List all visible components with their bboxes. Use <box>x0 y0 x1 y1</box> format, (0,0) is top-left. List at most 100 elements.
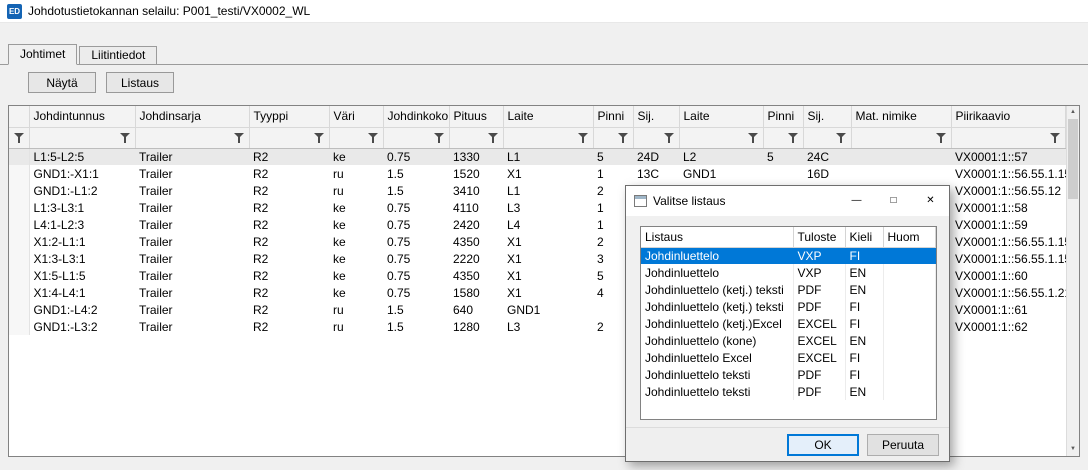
filter-cell <box>29 127 135 148</box>
scrollbar-thumb[interactable] <box>1068 119 1078 199</box>
grid-cell: ke <box>329 267 383 284</box>
grid-column-header[interactable]: Mat. nimike <box>851 106 951 127</box>
grid-cell: X1 <box>503 165 593 182</box>
grid-column-header[interactable]: Johdintunnus <box>29 106 135 127</box>
list-button[interactable]: Listaus <box>106 72 174 93</box>
filter-icon[interactable] <box>663 132 676 144</box>
row-selector[interactable] <box>9 148 29 165</box>
grid-cell: 5 <box>763 148 803 165</box>
show-button[interactable]: Näytä <box>28 72 96 93</box>
grid-cell: R2 <box>249 165 329 182</box>
filter-icon[interactable] <box>835 132 848 144</box>
filter-icon[interactable] <box>367 132 380 144</box>
grid-column-header[interactable]: Laite <box>503 106 593 127</box>
dialog-list-cell: EXCEL <box>793 332 845 349</box>
tab-johtimet[interactable]: Johtimet <box>8 44 77 65</box>
filter-icon[interactable] <box>433 132 446 144</box>
grid-column-header[interactable]: Johdinsarja <box>135 106 249 127</box>
maximize-icon[interactable]: □ <box>875 186 912 216</box>
dialog-list-row[interactable]: Johdinluettelo tekstiPDFFI <box>641 366 936 383</box>
filter-icon[interactable] <box>13 132 26 144</box>
minimize-icon[interactable]: — <box>838 186 875 216</box>
grid-column-header[interactable]: Tyyppi <box>249 106 329 127</box>
row-selector[interactable] <box>9 267 29 284</box>
grid-column-header[interactable]: Pituus <box>449 106 503 127</box>
filter-icon[interactable] <box>487 132 500 144</box>
grid-cell: ke <box>329 233 383 250</box>
cancel-button[interactable]: Peruuta <box>867 434 939 456</box>
grid-cell: R2 <box>249 199 329 216</box>
grid-cell: Trailer <box>135 284 249 301</box>
row-selector-header[interactable] <box>9 106 29 127</box>
close-icon[interactable]: ✕ <box>912 186 949 216</box>
select-list-dialog: Valitse listaus — □ ✕ ListausTulosteKiel… <box>625 185 950 462</box>
row-selector[interactable] <box>9 250 29 267</box>
filter-cell <box>851 127 951 148</box>
grid-cell: R2 <box>249 267 329 284</box>
grid-cell: X1:4-L4:1 <box>29 284 135 301</box>
grid-cell: 1280 <box>449 318 503 335</box>
row-selector[interactable] <box>9 182 29 199</box>
grid-row[interactable]: L1:5-L2:5TrailerR2ke0.751330L1524DL2524C… <box>9 148 1066 165</box>
vertical-scrollbar[interactable]: ▲ ▼ <box>1066 106 1079 456</box>
grid-cell: L1:3-L3:1 <box>29 199 135 216</box>
dialog-list-row[interactable]: JohdinluetteloVXPFI <box>641 247 936 264</box>
dialog-list-cell: PDF <box>793 298 845 315</box>
row-selector[interactable] <box>9 301 29 318</box>
scroll-up-icon[interactable]: ▲ <box>1067 106 1079 119</box>
grid-cell: X1 <box>503 250 593 267</box>
dialog-list-cell <box>883 247 936 264</box>
filter-icon[interactable] <box>1049 132 1062 144</box>
dialog-list-cell: Johdinluettelo <box>641 264 793 281</box>
dialog-column-header[interactable]: Tuloste <box>793 227 845 247</box>
grid-column-header[interactable]: Piirikaavio <box>951 106 1066 127</box>
grid-cell: L1:5-L2:5 <box>29 148 135 165</box>
filter-icon[interactable] <box>313 132 326 144</box>
filter-icon[interactable] <box>747 132 760 144</box>
filter-icon[interactable] <box>233 132 246 144</box>
filter-icon[interactable] <box>119 132 132 144</box>
dialog-list-row[interactable]: Johdinluettelo (ketj.) tekstiPDFEN <box>641 281 936 298</box>
dialog-column-header[interactable]: Listaus <box>641 227 793 247</box>
grid-column-header[interactable]: Pinni <box>763 106 803 127</box>
dialog-list-row[interactable]: Johdinluettelo (ketj.) tekstiPDFFI <box>641 298 936 315</box>
dialog-list-row[interactable]: Johdinluettelo tekstiPDFEN <box>641 383 936 400</box>
grid-row[interactable]: GND1:-X1:1TrailerR2ru1.51520X1113CGND116… <box>9 165 1066 182</box>
dialog-list-cell: FI <box>845 247 883 264</box>
scroll-down-icon[interactable]: ▼ <box>1067 443 1079 456</box>
grid-column-header[interactable]: Sij. <box>803 106 851 127</box>
grid-column-header[interactable]: Laite <box>679 106 763 127</box>
filter-cell <box>383 127 449 148</box>
grid-column-header[interactable]: Sij. <box>633 106 679 127</box>
grid-cell: 0.75 <box>383 284 449 301</box>
row-selector[interactable] <box>9 216 29 233</box>
dialog-list-row[interactable]: JohdinluetteloVXPEN <box>641 264 936 281</box>
dialog-list-row[interactable]: Johdinluettelo ExcelEXCELFI <box>641 349 936 366</box>
dialog-list-row[interactable]: Johdinluettelo (ketj.)ExcelEXCELFI <box>641 315 936 332</box>
filter-icon[interactable] <box>577 132 590 144</box>
row-selector[interactable] <box>9 233 29 250</box>
dialog-list-cell: Johdinluettelo teksti <box>641 366 793 383</box>
grid-cell: L2 <box>679 148 763 165</box>
dialog-list-cell: Johdinluettelo Excel <box>641 349 793 366</box>
dialog-list-cell: EN <box>845 332 883 349</box>
row-selector[interactable] <box>9 318 29 335</box>
row-selector[interactable] <box>9 199 29 216</box>
ok-button[interactable]: OK <box>787 434 859 456</box>
grid-column-header[interactable]: Väri <box>329 106 383 127</box>
grid-cell: X1:3-L3:1 <box>29 250 135 267</box>
filter-icon[interactable] <box>617 132 630 144</box>
row-selector[interactable] <box>9 165 29 182</box>
dialog-column-header[interactable]: Kieli <box>845 227 883 247</box>
grid-cell: 0.75 <box>383 233 449 250</box>
filter-icon[interactable] <box>787 132 800 144</box>
dialog-list-cell <box>883 366 936 383</box>
grid-column-header[interactable]: Pinni <box>593 106 633 127</box>
dialog-column-header[interactable]: Huom <box>883 227 936 247</box>
tab-liitintiedot[interactable]: Liitintiedot <box>79 46 157 65</box>
row-selector[interactable] <box>9 284 29 301</box>
filter-cell <box>135 127 249 148</box>
grid-column-header[interactable]: Johdinkoko <box>383 106 449 127</box>
dialog-list-row[interactable]: Johdinluettelo (kone)EXCELEN <box>641 332 936 349</box>
filter-icon[interactable] <box>935 132 948 144</box>
